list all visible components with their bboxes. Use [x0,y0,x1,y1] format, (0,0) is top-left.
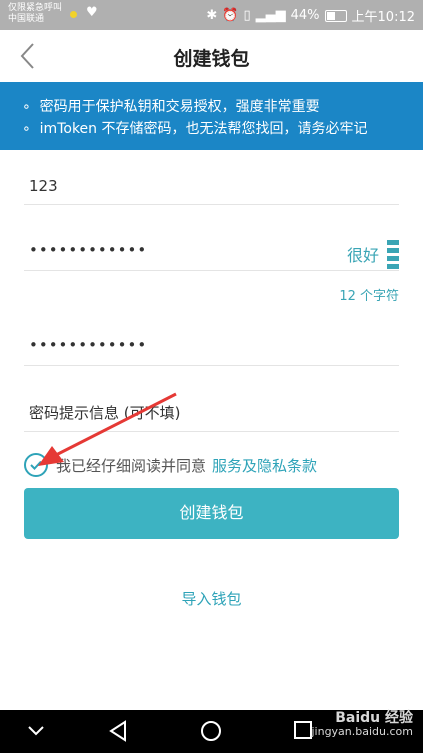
strength-label: 很好 [346,246,379,265]
back-nav-icon[interactable] [108,720,128,742]
watermark-url: jingyan.baidu.com [311,725,413,738]
notice-text-1: 密码用于保护私钥和交易授权，强度非常重要 [39,99,320,115]
notification-dot-icon [70,11,77,18]
carrier-line-1: 仅限紧急呼叫 [8,3,63,13]
notice-line-2: ∘ imToken 不存储密码，也无法帮您找回，请务必牢记 [22,121,368,137]
clock: 上午10:12 [351,10,415,25]
page-title: 创建钱包 [173,48,250,70]
carrier-info: 仅限紧急呼叫 中国联通 [8,3,62,25]
status-icons: ✱ ⏰ ▯ ▂▄▆ 44% 上午10:12 [206,6,415,25]
notice-text-2: imToken 不存储密码，也无法帮您找回，请务必牢记 [39,121,368,137]
notice-line-1: ∘ 密码用于保护私钥和交易授权，强度非常重要 [22,99,320,115]
wallet-name-field[interactable]: 123 [24,168,399,205]
terms-link[interactable]: 服务及隐私条款 [212,455,317,476]
top-bar: 创建钱包 [0,30,423,82]
watermark-brand: Baidu 经验 [335,710,413,726]
vibrate-icon: ▯ [243,8,251,23]
carrier-line-2: 中国联通 [8,14,45,24]
repeat-password-field[interactable]: •••••••••••• [24,328,399,366]
alarm-icon: ⏰ [222,8,239,23]
import-wallet-link[interactable]: 导入钱包 [0,588,423,609]
hide-nav-icon[interactable] [27,725,45,737]
signal-icon: ▂▄▆ [255,8,286,23]
wallet-name-value: 123 [29,177,58,195]
password-field[interactable]: •••••••••••• [24,232,399,271]
watermark: Baidu 经验 jingyan.baidu.com [311,710,413,738]
char-count: 12 个字符 [339,289,399,304]
battery-icon [324,9,347,22]
create-wallet-button[interactable]: 创建钱包 [24,488,399,539]
strength-bars-icon [387,239,399,269]
password-value: •••••••••••• [29,241,148,259]
status-bar: 仅限紧急呼叫 中国联通 ♥ ✱ ⏰ ▯ ▂▄▆ 44% 上午10:12 [0,0,423,30]
security-notice: ∘ 密码用于保护私钥和交易授权，强度非常重要 ∘ imToken 不存储密码，也… [0,82,423,150]
recents-nav-icon[interactable] [293,720,313,740]
battery-percent: 44% [290,8,320,23]
home-nav-icon[interactable] [200,720,222,742]
annotation-arrow-icon [38,392,177,466]
repeat-password-value: •••••••••••• [29,336,148,354]
health-icon: ♥ [86,5,98,20]
bluetooth-icon: ✱ [206,8,218,23]
password-strength: 很好 [347,239,399,269]
